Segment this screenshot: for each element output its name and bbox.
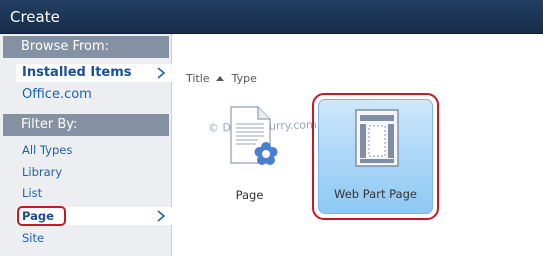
sidebar-item-label: Installed Items [22, 65, 132, 80]
filter-item-list[interactable]: List [16, 185, 172, 201]
page-icon [230, 106, 278, 165]
sort-bar: Title Type [186, 72, 257, 85]
tile-label: Page [235, 188, 264, 202]
template-tile-page[interactable]: Page [212, 100, 287, 210]
filter-item-all-types[interactable]: All Types [16, 142, 172, 158]
sidebar-item-office-com[interactable]: Office.com [16, 86, 172, 104]
web-part-page-icon [355, 109, 399, 167]
template-tile-web-part-page[interactable]: Web Part Page [312, 93, 439, 220]
browse-from-header: Browse From: [3, 36, 169, 58]
filter-item-library[interactable]: Library [16, 164, 172, 180]
filter-item-site[interactable]: Site [16, 230, 172, 246]
chevron-right-icon [157, 67, 166, 79]
sidebar: Browse From: Installed Items Office.com … [0, 34, 172, 256]
dialog-titlebar: Create [0, 0, 543, 34]
sort-ascending-icon [215, 76, 224, 81]
sidebar-item-label: Office.com [22, 87, 92, 102]
filter-item-label: Page [22, 209, 54, 223]
sort-by-title[interactable]: Title [186, 72, 210, 85]
template-gallery: Title Type © DotNetCurry.com Page [172, 34, 543, 256]
filter-item-label: All Types [22, 143, 73, 157]
sidebar-item-installed-items[interactable]: Installed Items [16, 64, 172, 82]
tile-label: Web Part Page [334, 187, 417, 201]
filter-item-label: List [22, 186, 43, 200]
filter-by-header: Filter By: [3, 114, 169, 136]
sort-by-type[interactable]: Type [232, 72, 257, 85]
dialog-title: Create [10, 8, 60, 26]
filter-item-label: Site [22, 231, 45, 245]
filter-item-label: Library [22, 165, 63, 179]
filter-item-page[interactable]: Page [16, 207, 172, 225]
chevron-right-icon [157, 210, 166, 222]
